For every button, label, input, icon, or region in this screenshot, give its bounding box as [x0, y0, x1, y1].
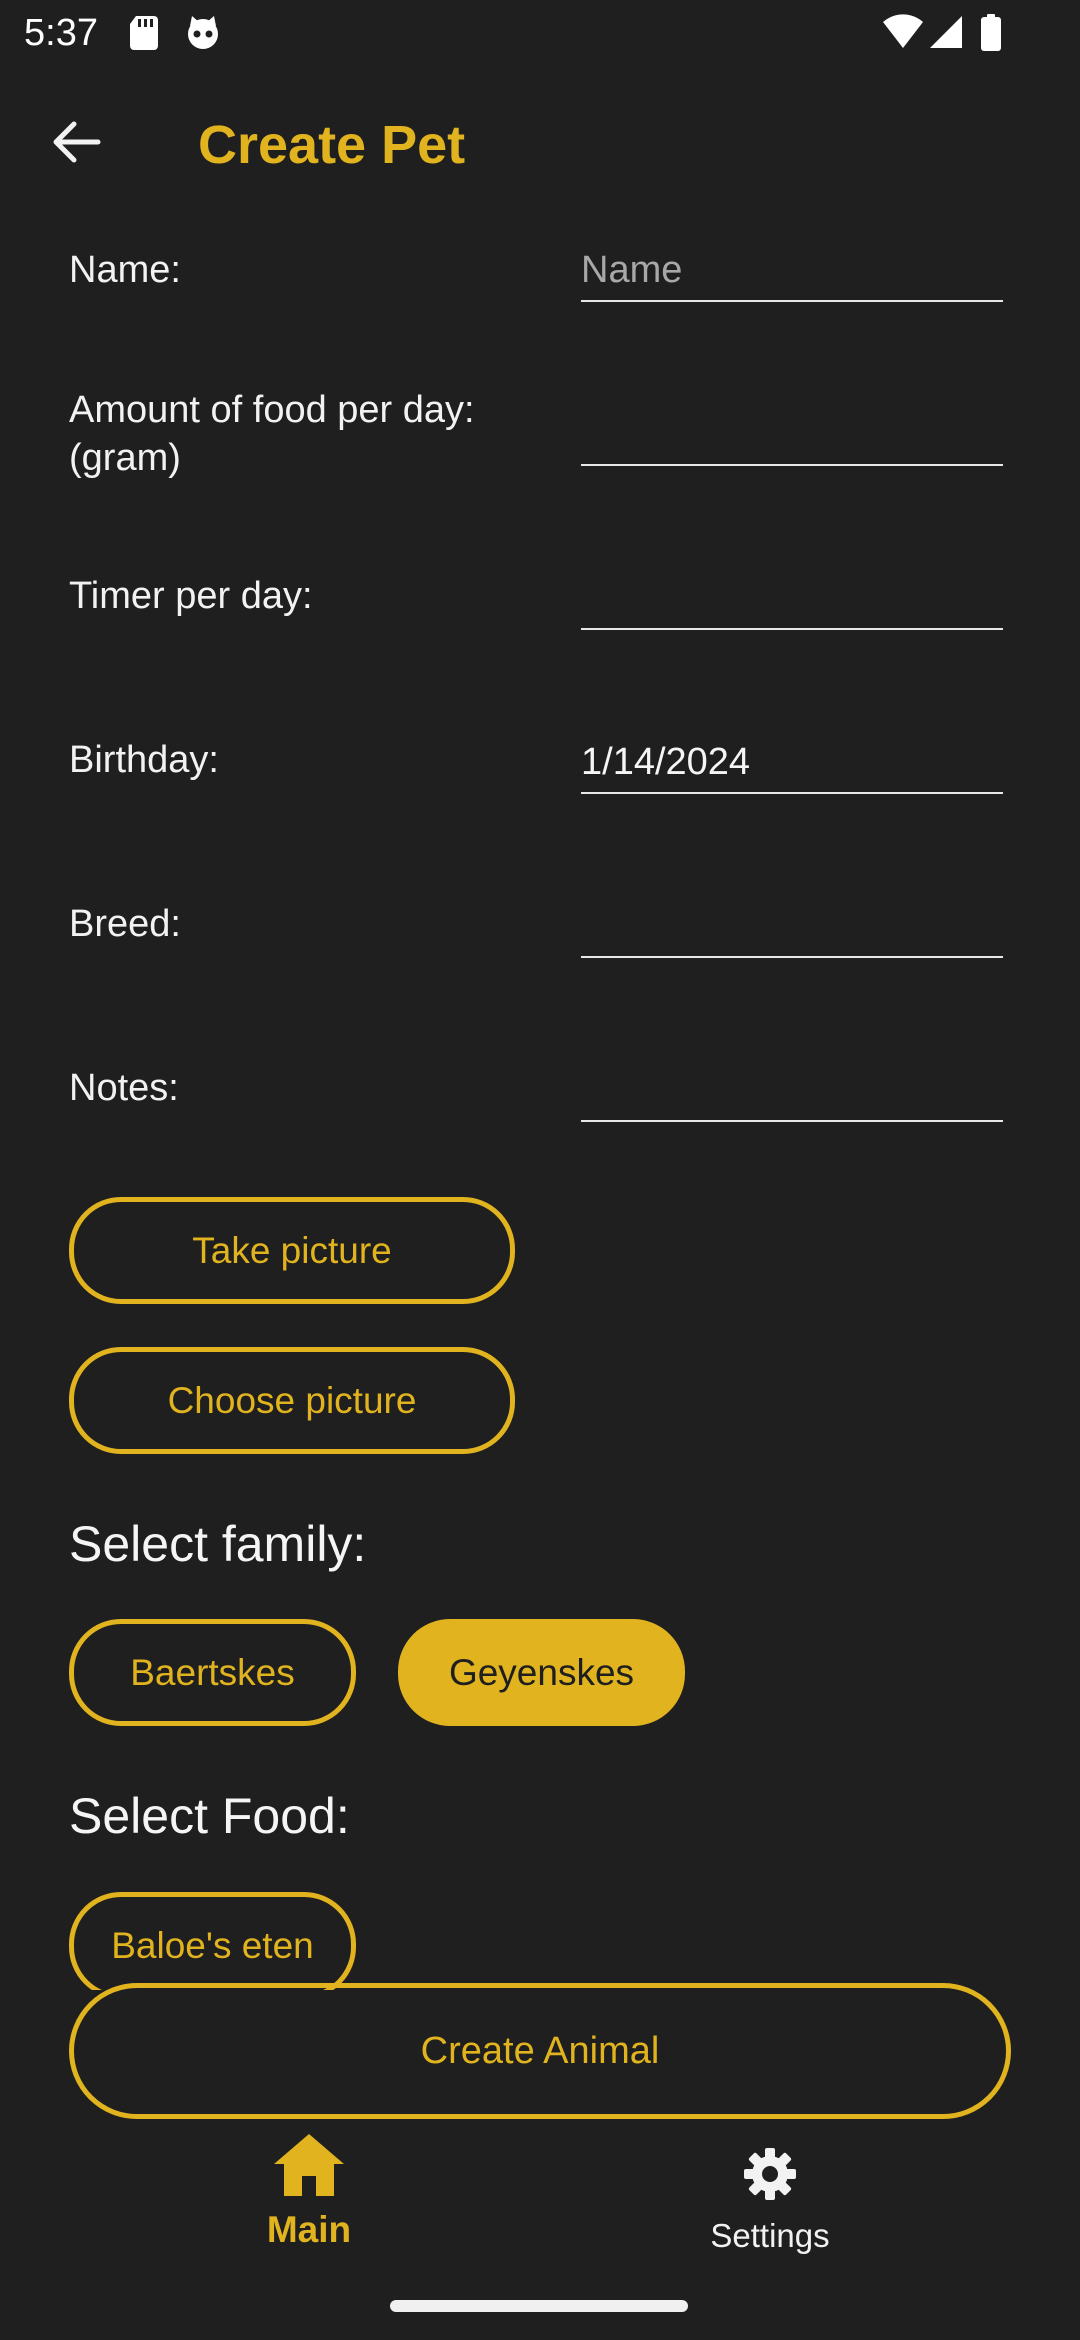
nav-main-label: Main: [266, 2209, 352, 2250]
food-options-list: Baloe's eten: [60, 1880, 380, 1990]
breed-field[interactable]: [581, 898, 1003, 958]
take-picture-button[interactable]: Take picture: [69, 1197, 515, 1304]
cat-notification-icon: [184, 14, 222, 55]
home-indicator[interactable]: [390, 2300, 688, 2312]
wifi-icon: [882, 14, 924, 55]
select-family-heading: Select family:: [69, 1516, 367, 1572]
nav-settings[interactable]: Settings: [660, 2146, 880, 2255]
notes-label: Notes:: [69, 1067, 179, 1109]
food-amount-label-line2: (gram): [69, 437, 181, 479]
timer-field[interactable]: [581, 570, 1003, 630]
nav-settings-label: Settings: [710, 2217, 830, 2254]
signal-icon: [928, 14, 964, 55]
sd-card-icon: [128, 14, 160, 55]
breed-label: Breed:: [69, 903, 181, 945]
food-amount-label: Amount of food per day: (gram): [69, 386, 549, 482]
food-chip-baloes-eten[interactable]: Baloe's eten: [69, 1892, 356, 1990]
name-label: Name:: [69, 249, 181, 291]
name-placeholder: Name: [581, 249, 683, 291]
status-time: 5:37: [24, 12, 98, 54]
family-chip-geyenskes[interactable]: Geyenskes: [398, 1619, 685, 1726]
back-button[interactable]: [36, 104, 116, 184]
page-title: Create Pet: [198, 115, 466, 175]
timer-label: Timer per day:: [69, 575, 313, 617]
food-amount-label-line1: Amount of food per day:: [69, 389, 475, 431]
home-icon: [272, 2132, 346, 2203]
food-amount-field[interactable]: [581, 406, 1003, 466]
family-chip-baertskes[interactable]: Baertskes: [69, 1619, 356, 1726]
birthday-field[interactable]: 1/14/2024: [581, 734, 1003, 794]
birthday-value: 1/14/2024: [581, 741, 751, 783]
birthday-label: Birthday:: [69, 739, 219, 781]
battery-icon: [980, 14, 1002, 57]
gear-icon: [742, 2146, 798, 2207]
nav-main[interactable]: Main: [200, 2132, 418, 2251]
select-food-heading: Select Food:: [69, 1788, 350, 1844]
arrow-left-icon: [50, 120, 102, 169]
name-field[interactable]: Name: [581, 242, 1003, 302]
notes-field[interactable]: [581, 1062, 1003, 1122]
create-animal-button[interactable]: Create Animal: [69, 1983, 1011, 2119]
choose-picture-button[interactable]: Choose picture: [69, 1347, 515, 1454]
